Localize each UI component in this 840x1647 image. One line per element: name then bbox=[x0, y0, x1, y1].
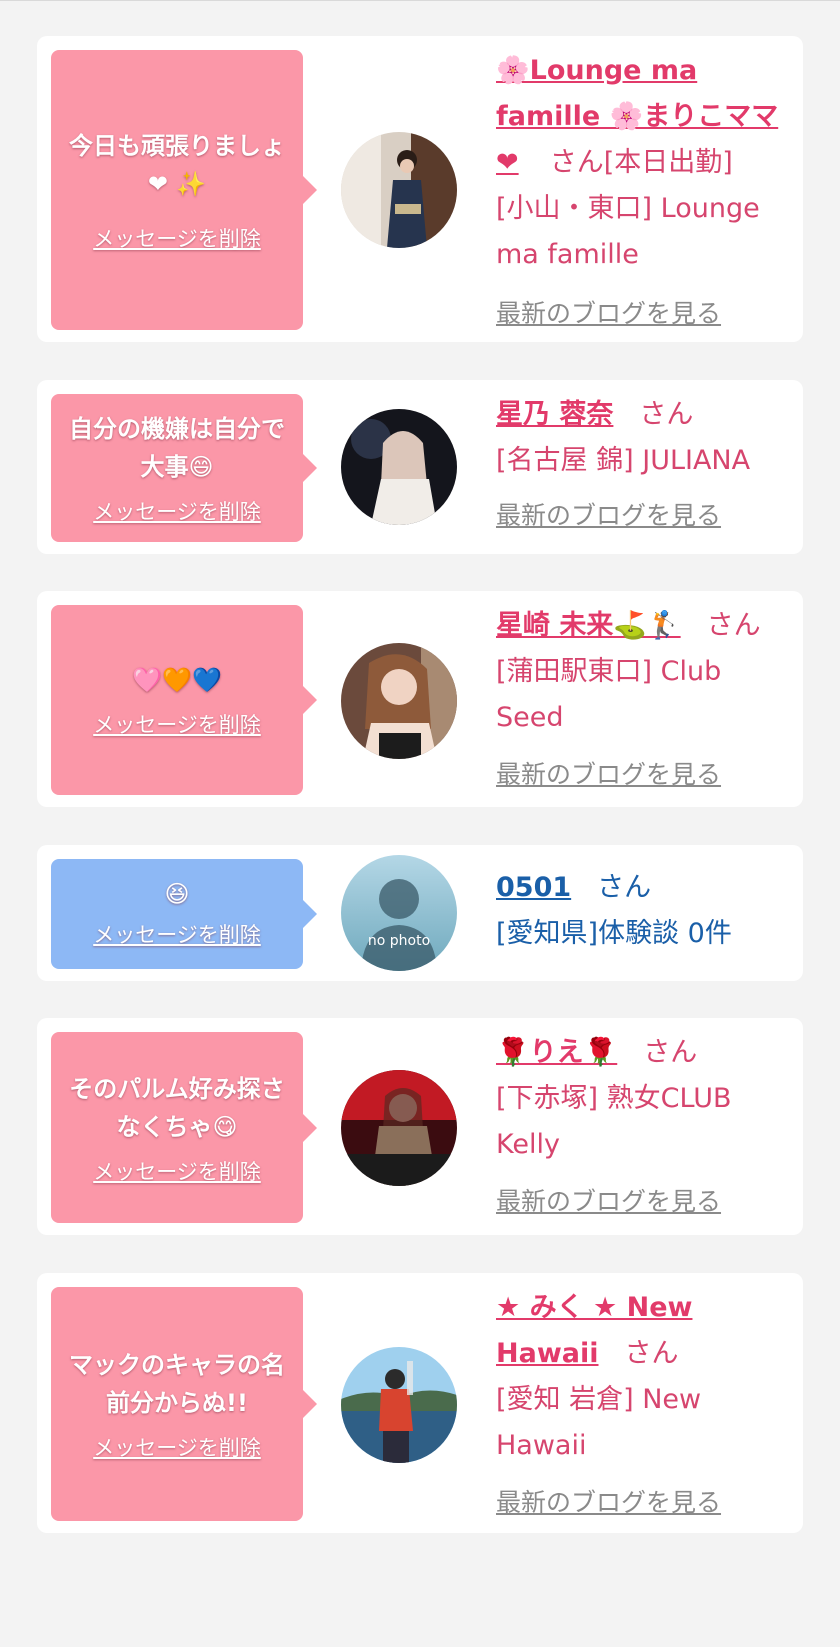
message-bubble: 🩷🧡💙 メッセージを削除 bbox=[51, 605, 317, 795]
blog-link[interactable]: 最新のブログを見る bbox=[496, 1483, 721, 1519]
message-bubble: 😆 メッセージを削除 bbox=[51, 859, 317, 969]
message-text: マックのキャラの名前分からぬ!! bbox=[65, 1346, 289, 1422]
profile-name-link[interactable]: 0501 bbox=[496, 872, 571, 903]
message-body: マックのキャラの名前分からぬ!! bbox=[69, 1351, 285, 1417]
profile-info: 星崎 未来⛳🏌 さん [蒲田駅東口] Club Seed 最新のブログを見る bbox=[496, 603, 791, 791]
message-card: マックのキャラの名前分からぬ!! メッセージを削除 ★ みく ★ New Haw… bbox=[37, 1273, 803, 1533]
message-text: 自分の機嫌は自分で大事😄 bbox=[65, 410, 289, 486]
message-card: そのパルム好み探さなくちゃ😋 メッセージを削除 🌹りえ🌹 さん [下赤塚] 熟女C… bbox=[37, 1018, 803, 1235]
avatar[interactable] bbox=[341, 643, 457, 759]
message-emoji: 😆 bbox=[164, 880, 190, 908]
message-card: 😆 メッセージを削除 no photo 0501 さん [愛知県]体験談 0件 bbox=[37, 845, 803, 981]
profile-info: 🌸Lounge ma famille 🌸まりこママ❤ さん[本日出勤] [小山・… bbox=[496, 48, 791, 330]
profile-info: 0501 さん [愛知県]体験談 0件 bbox=[496, 865, 791, 957]
message-emoji: 🩷🧡💙 bbox=[132, 666, 222, 694]
message-bubble: そのパルム好み探さなくちゃ😋 メッセージを削除 bbox=[51, 1032, 317, 1223]
profile-info: 🌹りえ🌹 さん [下赤塚] 熟女CLUB Kelly 最新のブログを見る bbox=[496, 1030, 791, 1218]
message-emoji: 😋 bbox=[212, 1112, 238, 1141]
honorific: さん bbox=[624, 1338, 679, 1369]
message-bubble: 自分の機嫌は自分で大事😄 メッセージを削除 bbox=[51, 394, 317, 542]
honorific: さん bbox=[549, 147, 604, 178]
message-body: そのパルム好み探さなくちゃ bbox=[69, 1074, 285, 1141]
top-divider bbox=[0, 0, 840, 1]
profile-info: 星乃 蓉奈 さん [名古屋 錦] JULIANA 最新のブログを見る bbox=[496, 392, 791, 532]
message-body: 今日も頑張りましょ bbox=[69, 132, 285, 160]
message-text: 😆 bbox=[164, 879, 189, 909]
profile-info: ★ みく ★ New Hawaii さん [愛知 岩倉] New Hawaii 最… bbox=[496, 1285, 791, 1519]
avatar-photo-red-room bbox=[341, 1070, 457, 1186]
shop-text: [名古屋 錦] JULIANA bbox=[496, 445, 751, 476]
shop-text: [愛知 岩倉] New Hawaii bbox=[496, 1384, 702, 1461]
delete-message-link[interactable]: メッセージを削除 bbox=[93, 1432, 261, 1462]
message-card: 🩷🧡💙 メッセージを削除 星崎 未来⛳🏌 さん [蒲田駅東口] Club Seed… bbox=[37, 591, 803, 807]
message-text: そのパルム好み探さなくちゃ😋 bbox=[65, 1070, 289, 1146]
honorific: さん bbox=[643, 1037, 698, 1068]
honorific: さん bbox=[706, 610, 761, 641]
status-text: [本日出勤] bbox=[603, 147, 733, 178]
shop-text: [愛知県]体験談 0件 bbox=[496, 918, 732, 949]
blog-link[interactable]: 最新のブログを見る bbox=[496, 294, 721, 330]
honorific: さん bbox=[639, 399, 694, 430]
message-card: 自分の機嫌は自分で大事😄 メッセージを削除 星乃 蓉奈 さん [名古屋 錦] JU… bbox=[37, 380, 803, 554]
blog-link[interactable]: 最新のブログを見る bbox=[496, 1182, 721, 1218]
avatar-no-photo bbox=[341, 855, 457, 971]
delete-message-link[interactable]: メッセージを削除 bbox=[93, 919, 261, 949]
avatar[interactable] bbox=[341, 409, 457, 525]
avatar-photo-night bbox=[341, 409, 457, 525]
shop-text: [下赤塚] 熟女CLUB Kelly bbox=[496, 1083, 732, 1160]
profile-name-link[interactable]: 🌹りえ🌹 bbox=[496, 1037, 617, 1068]
message-text: 今日も頑張りましょ ❤ ✨ bbox=[65, 127, 289, 203]
message-body: 自分の機嫌は自分で大事 bbox=[69, 415, 285, 481]
message-text: 🩷🧡💙 bbox=[132, 661, 222, 699]
message-emoji: ❤ ✨ bbox=[147, 170, 207, 198]
avatar[interactable] bbox=[341, 132, 457, 248]
avatar[interactable] bbox=[341, 1070, 457, 1186]
avatar[interactable]: no photo bbox=[341, 855, 457, 971]
profile-name-link[interactable]: 星崎 未来⛳🏌 bbox=[496, 610, 681, 641]
message-card: 今日も頑張りましょ ❤ ✨ メッセージを削除 🌸Lounge ma famille… bbox=[37, 36, 803, 342]
delete-message-link[interactable]: メッセージを削除 bbox=[93, 1156, 261, 1186]
honorific: さん bbox=[597, 872, 652, 903]
message-bubble: マックのキャラの名前分からぬ!! メッセージを削除 bbox=[51, 1287, 317, 1521]
delete-message-link[interactable]: メッセージを削除 bbox=[93, 709, 261, 739]
delete-message-link[interactable]: メッセージを削除 bbox=[93, 223, 261, 253]
message-bubble: 今日も頑張りましょ ❤ ✨ メッセージを削除 bbox=[51, 50, 317, 330]
avatar-photo-kimono bbox=[341, 132, 457, 248]
profile-name-link[interactable]: 星乃 蓉奈 bbox=[496, 399, 613, 430]
no-photo-label: no photo bbox=[367, 933, 431, 949]
avatar-photo-outdoor bbox=[341, 1347, 457, 1463]
avatar[interactable] bbox=[341, 1347, 457, 1463]
shop-text: [蒲田駅東口] Club Seed bbox=[496, 656, 722, 733]
shop-text: [小山・東口] Lounge ma famille bbox=[496, 193, 760, 270]
message-emoji: 😄 bbox=[188, 453, 214, 481]
blog-link[interactable]: 最新のブログを見る bbox=[496, 496, 721, 532]
blog-link[interactable]: 最新のブログを見る bbox=[496, 755, 721, 791]
avatar-photo-portrait bbox=[341, 643, 457, 759]
delete-message-link[interactable]: メッセージを削除 bbox=[93, 496, 261, 526]
